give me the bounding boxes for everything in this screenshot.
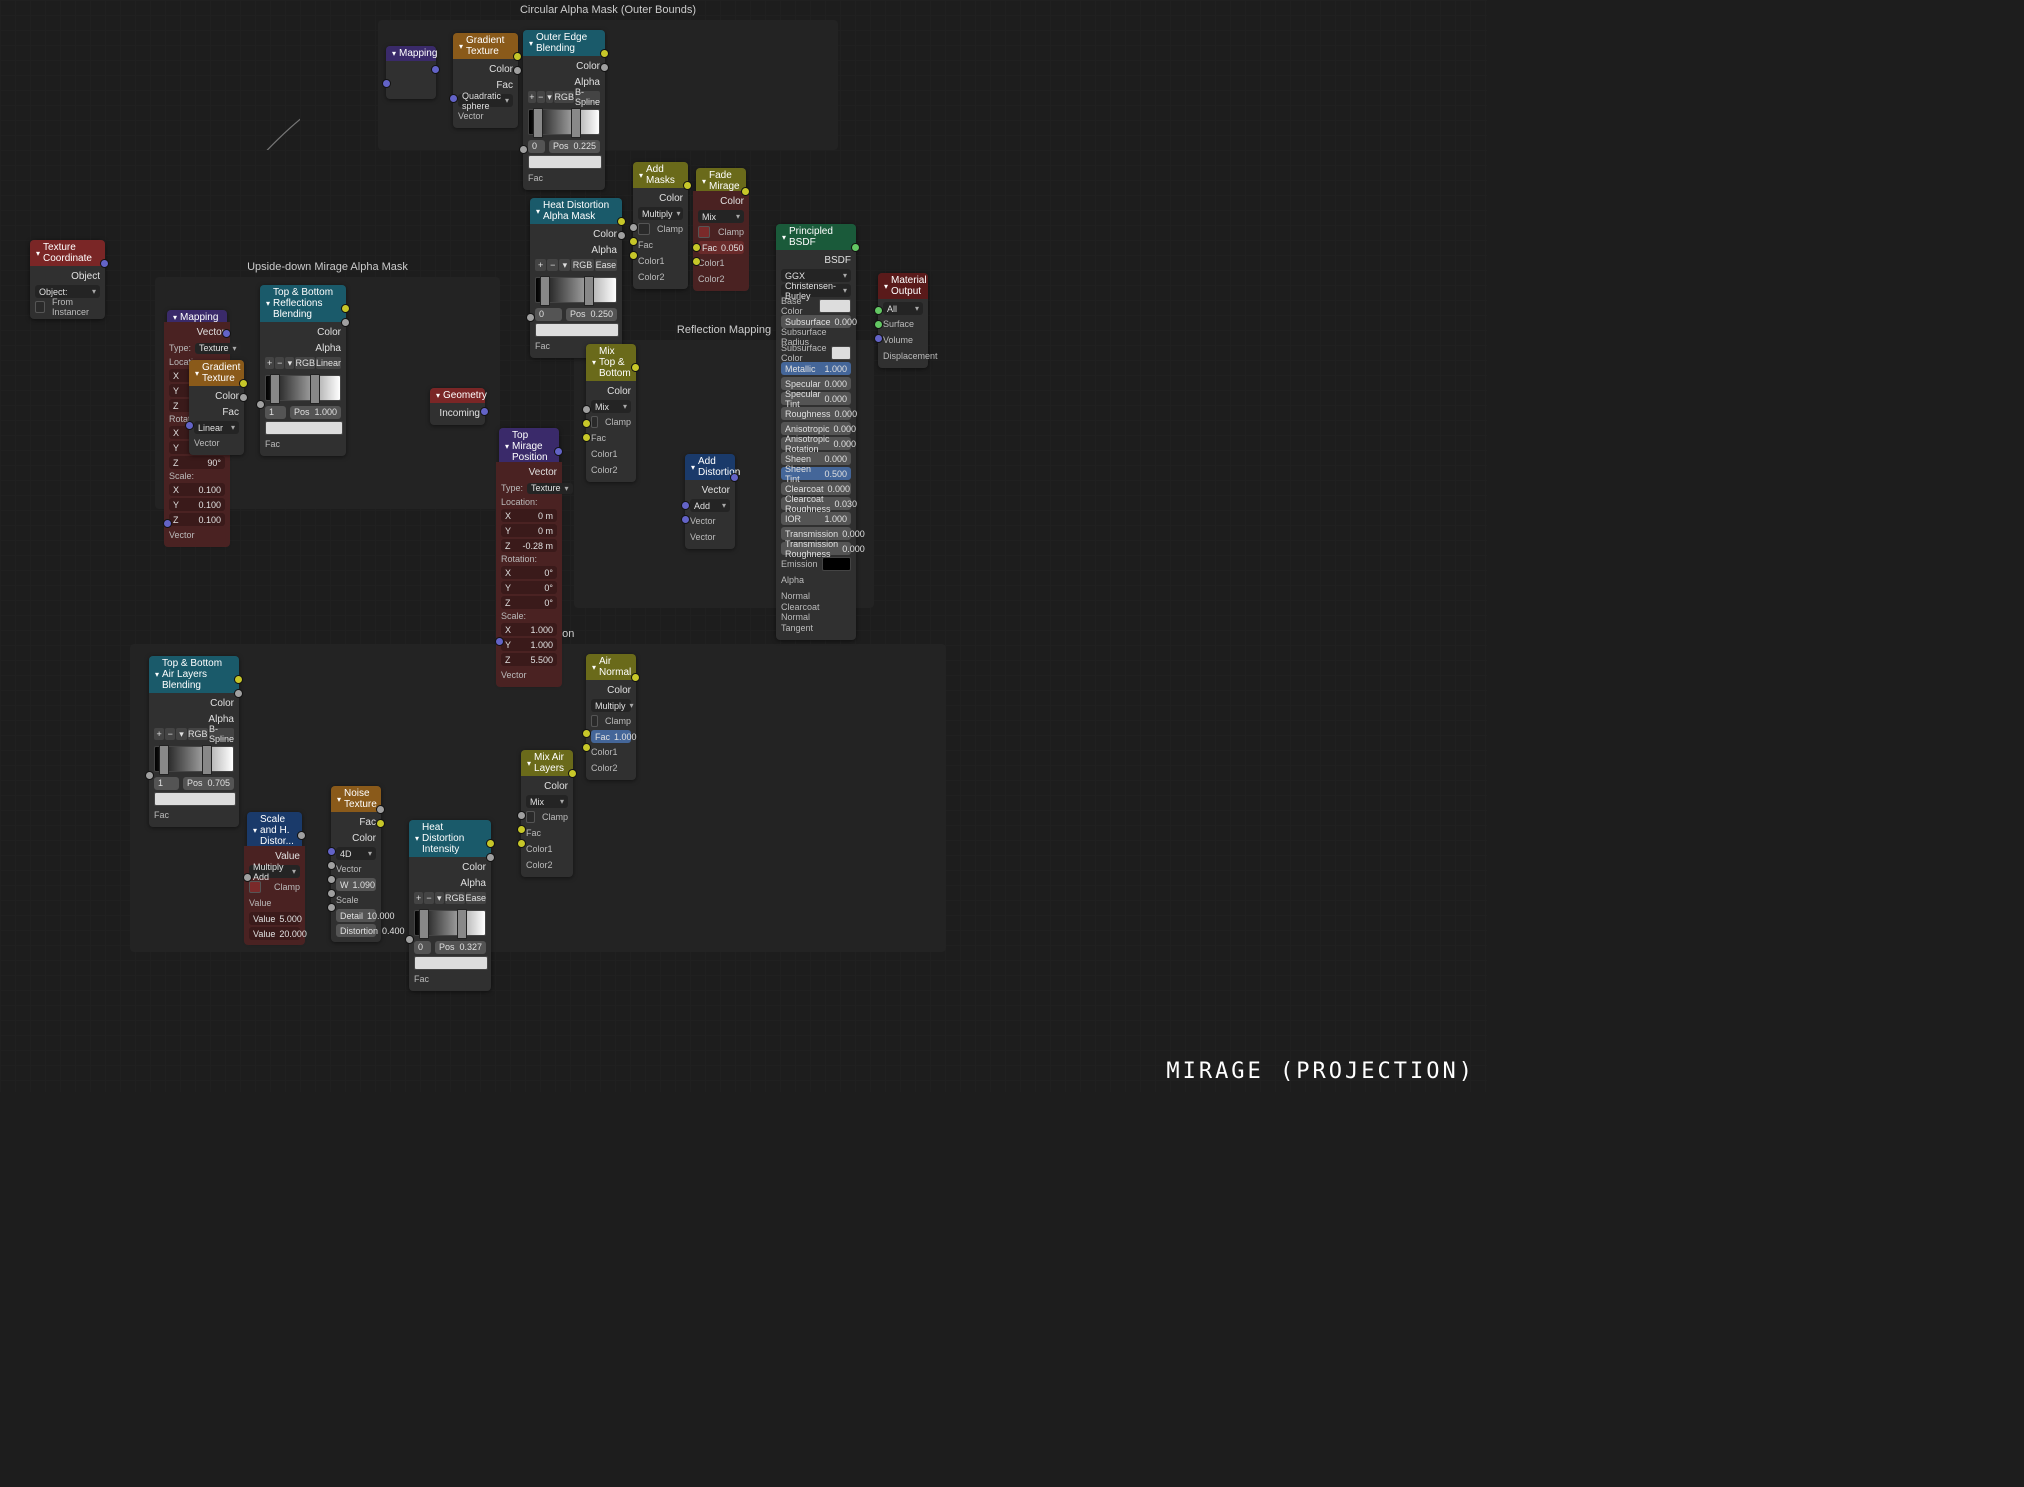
node-airlayer[interactable]: ▾Top & Bottom Air Layers BlendingColorAl… [149,656,239,827]
socket[interactable] [683,181,692,190]
socket[interactable] [730,473,739,482]
socket[interactable] [600,49,609,58]
socket[interactable] [431,65,440,74]
socket[interactable] [617,231,626,240]
socket[interactable] [554,447,563,456]
socket[interactable] [163,519,172,528]
socket[interactable] [222,329,231,338]
socket[interactable] [874,306,883,315]
socket[interactable] [692,243,701,252]
socket[interactable] [629,237,638,246]
socket[interactable] [327,875,336,884]
socket[interactable] [495,637,504,646]
node-matout[interactable]: ▾Material OutputAllSurfaceVolumeDisplace… [878,273,928,368]
socket[interactable] [629,251,638,260]
node-topbot[interactable]: ▾Top & Bottom Reflections BlendingColorA… [260,285,346,456]
socket[interactable] [568,769,577,778]
socket[interactable] [376,819,385,828]
node-topmir[interactable]: ▾Top Mirage PositionVectorType:TextureLo… [499,428,559,684]
node-fademir[interactable]: ▾Fade MirageColorMixClampFac0.050Color1C… [696,168,746,288]
socket[interactable] [631,673,640,682]
node-geom[interactable]: ▾GeometryIncoming [430,388,485,425]
socket[interactable] [519,145,528,154]
socket[interactable] [486,839,495,848]
socket[interactable] [341,304,350,313]
socket[interactable] [185,421,194,430]
socket[interactable] [513,52,522,61]
socket[interactable] [327,847,336,856]
socket[interactable] [327,903,336,912]
socket[interactable] [517,825,526,834]
socket[interactable] [681,501,690,510]
socket[interactable] [100,259,109,268]
node-mixair[interactable]: ▾Mix Air LayersColorMixClampFacColor1Col… [521,750,573,877]
socket[interactable] [327,889,336,898]
frame-f1: Circular Alpha Mask (Outer Bounds) [378,20,838,150]
socket[interactable] [145,771,154,780]
node-gradtex1[interactable]: ▾Gradient TextureColorFacQuadratic spher… [453,33,518,128]
socket[interactable] [486,853,495,862]
socket[interactable] [327,861,336,870]
socket[interactable] [526,313,535,322]
socket[interactable] [243,873,252,882]
node-hdmask[interactable]: ▾Heat Distortion Alpha MaskColorAlpha+−▾… [530,198,622,358]
socket[interactable] [234,689,243,698]
socket[interactable] [681,515,690,524]
node-gradtex2[interactable]: ▾Gradient TextureColorFacLinearVector [189,360,244,455]
socket[interactable] [297,831,306,840]
socket[interactable] [480,407,489,416]
node-bsdf[interactable]: ▾Principled BSDFBSDFGGXChristensen-Burle… [776,224,856,640]
socket[interactable] [449,94,458,103]
socket[interactable] [382,79,391,88]
socket[interactable] [376,805,385,814]
socket[interactable] [874,334,883,343]
socket[interactable] [851,243,860,252]
socket[interactable] [741,187,750,196]
socket[interactable] [582,433,591,442]
node-mixtb[interactable]: ▾Mix Top & BottomColorMixClampFacColor1C… [586,344,636,482]
socket[interactable] [582,419,591,428]
node-texcoord[interactable]: ▾Texture CoordinateObjectObject:From Ins… [30,240,105,319]
socket[interactable] [513,66,522,75]
socket[interactable] [517,811,526,820]
node-noise[interactable]: ▾Noise TextureFacColor4DVectorW1.090Scal… [331,786,381,942]
socket[interactable] [517,839,526,848]
socket[interactable] [692,257,701,266]
node-scaleh[interactable]: ▾Scale and H. Distor...ValueMultiply Add… [247,812,302,942]
title-label: MIRAGE (PROJECTION) [1166,1059,1475,1084]
node-hdint[interactable]: ▾Heat Distortion IntensityColorAlpha+−▾R… [409,820,491,991]
socket[interactable] [405,935,414,944]
socket[interactable] [600,63,609,72]
socket[interactable] [239,379,248,388]
socket[interactable] [341,318,350,327]
socket[interactable] [582,743,591,752]
node-map1[interactable]: ▾Mapping [386,46,436,99]
socket[interactable] [582,729,591,738]
socket[interactable] [256,400,265,409]
socket[interactable] [582,405,591,414]
node-adddist[interactable]: ▾Add DistortionVectorAddVectorVector [685,454,735,549]
node-outeredge[interactable]: ▾Outer Edge BlendingColorAlpha+−▾RGBB-Sp… [523,30,605,190]
socket[interactable] [874,320,883,329]
socket[interactable] [234,675,243,684]
node-addmasks[interactable]: ▾Add MasksColorMultiplyClampFacColor1Col… [633,162,688,289]
node-airnorm[interactable]: ▾Air NormalColorMultiplyClampFac1.000Col… [586,654,636,780]
socket[interactable] [631,363,640,372]
socket[interactable] [629,223,638,232]
socket[interactable] [617,217,626,226]
socket[interactable] [239,393,248,402]
